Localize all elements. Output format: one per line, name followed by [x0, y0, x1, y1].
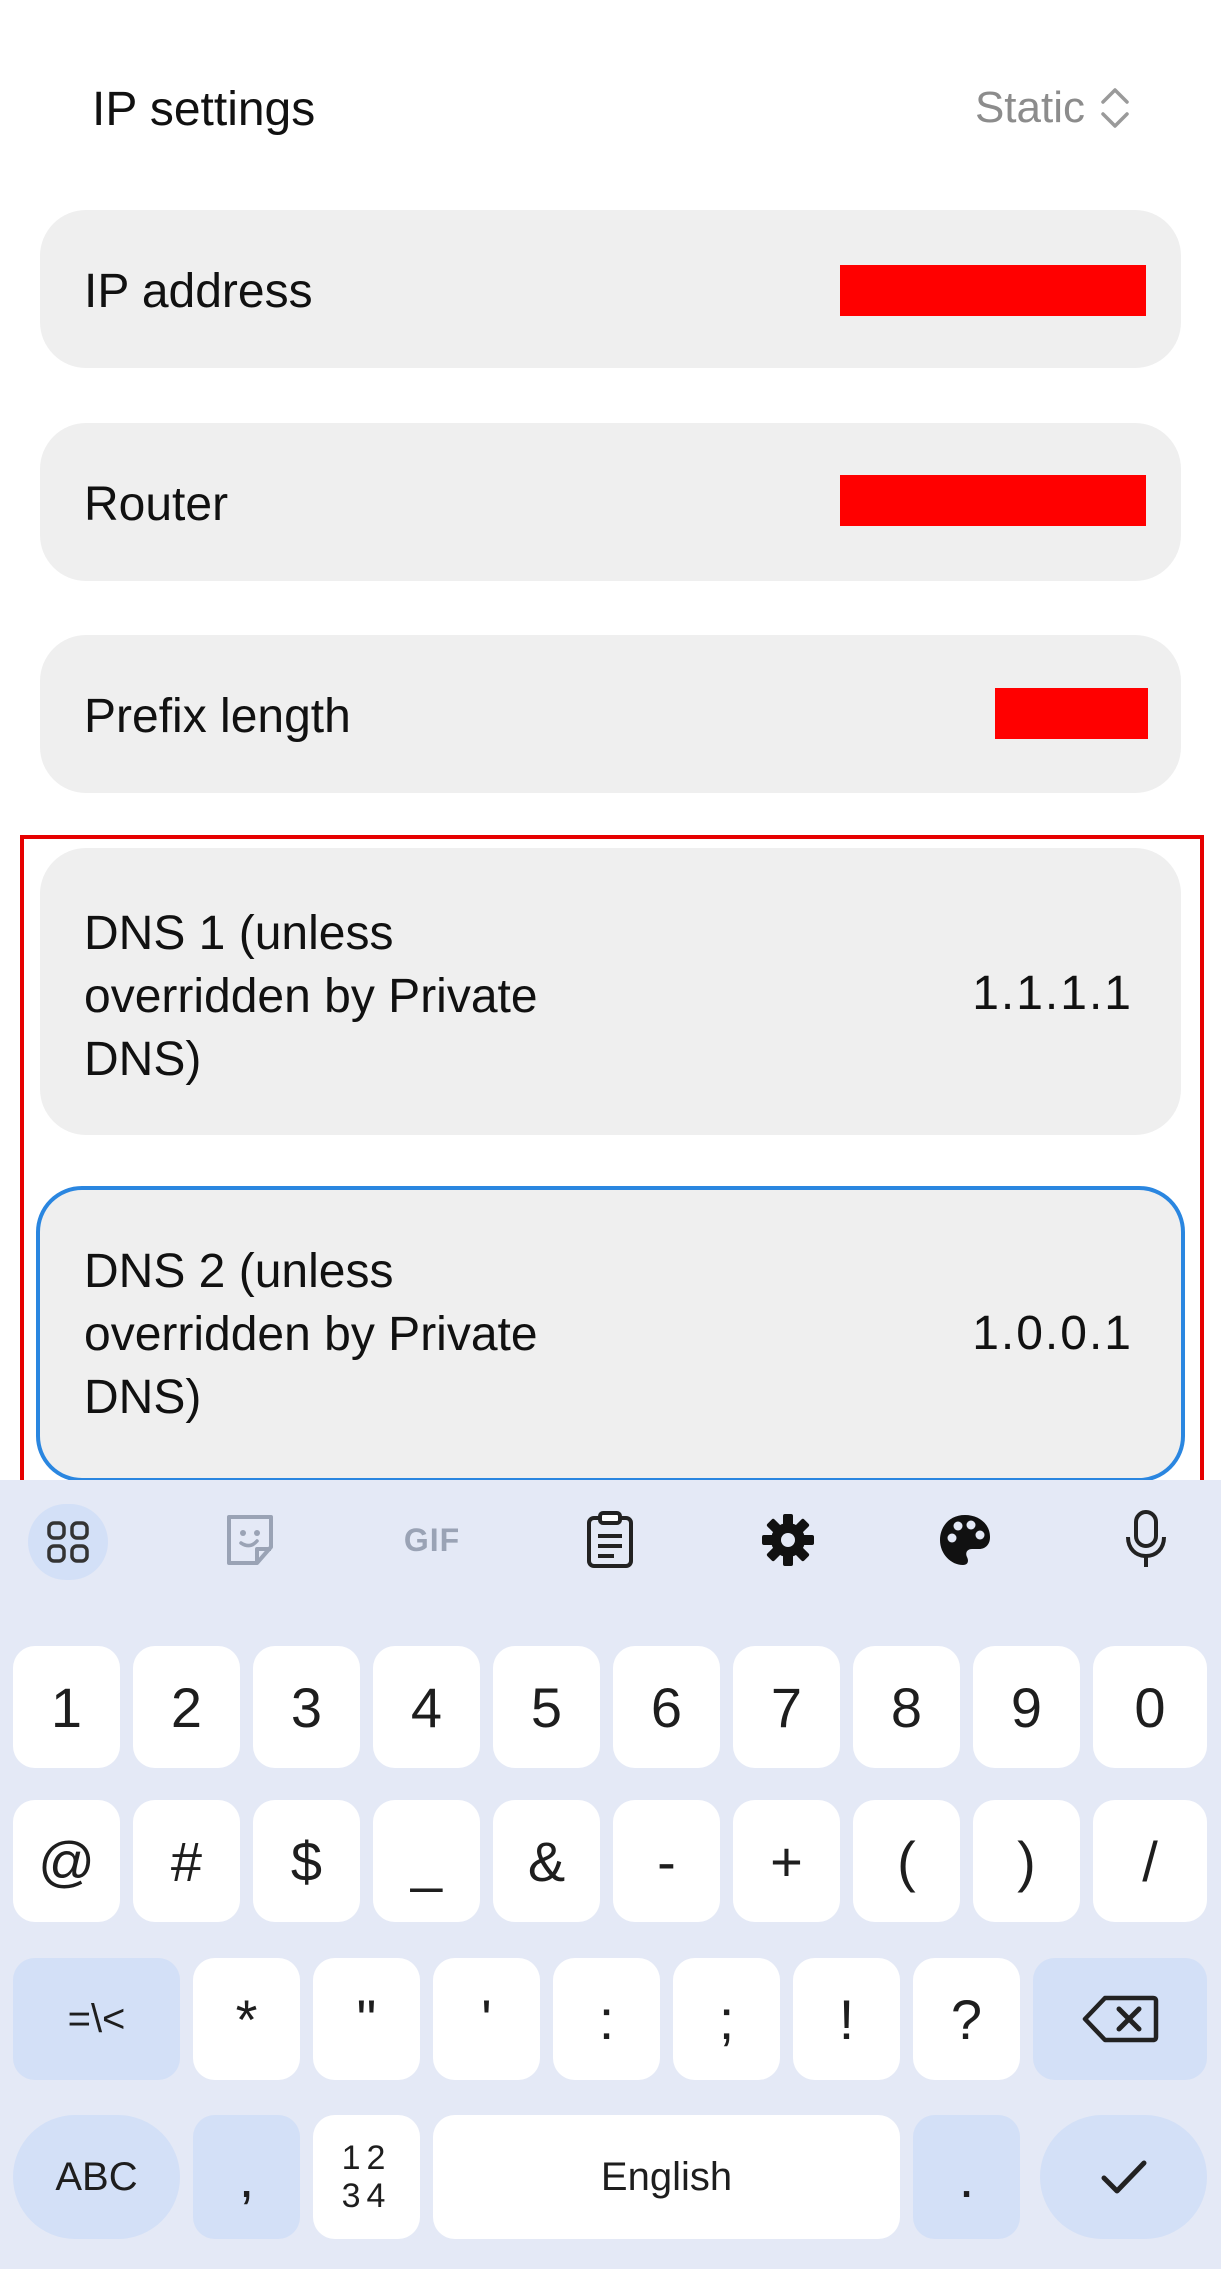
microphone-icon[interactable]: [1116, 1510, 1176, 1570]
key-single-quote[interactable]: ': [433, 1958, 540, 2080]
key-4[interactable]: 4: [373, 1646, 480, 1768]
dns1-label: DNS 1 (unless overridden by Private DNS): [84, 907, 538, 1086]
backspace-icon: [1082, 1995, 1159, 2043]
key-5[interactable]: 5: [493, 1646, 600, 1768]
key-exclamation[interactable]: !: [793, 1958, 900, 2080]
key-0[interactable]: 0: [1093, 1646, 1207, 1768]
sticker-icon[interactable]: [220, 1510, 280, 1570]
apps-grid-icon[interactable]: [28, 1504, 108, 1580]
checkmark-icon: [1101, 2160, 1146, 2194]
chevron-up-down-icon: [1101, 88, 1129, 128]
key-ampersand[interactable]: &: [493, 1800, 600, 1922]
key-period[interactable]: .: [913, 2115, 1020, 2239]
key-dollar[interactable]: $: [253, 1800, 360, 1922]
key-question[interactable]: ?: [913, 1958, 1020, 2080]
numpad-key[interactable]: 12 34: [313, 2115, 420, 2239]
dns2-value: 1.0.0.1: [972, 1307, 1133, 1360]
key-9[interactable]: 9: [973, 1646, 1080, 1768]
done-key[interactable]: [1040, 2115, 1207, 2239]
abc-key[interactable]: ABC: [13, 2115, 180, 2239]
key-double-quote[interactable]: ": [313, 1958, 420, 2080]
key-plus[interactable]: +: [733, 1800, 840, 1922]
ip-address-label: IP address: [84, 265, 313, 318]
key-open-paren[interactable]: (: [853, 1800, 960, 1922]
prefix-length-label: Prefix length: [84, 690, 351, 743]
key-at[interactable]: @: [13, 1800, 120, 1922]
ip-address-field[interactable]: IP address: [40, 210, 1181, 368]
symbols-shift-key[interactable]: =\<: [13, 1958, 180, 2080]
key-7[interactable]: 7: [733, 1646, 840, 1768]
palette-icon[interactable]: [935, 1510, 995, 1570]
key-semicolon[interactable]: ;: [673, 1958, 780, 2080]
router-redacted-value: [840, 475, 1146, 526]
key-asterisk[interactable]: *: [193, 1958, 300, 2080]
key-3[interactable]: 3: [253, 1646, 360, 1768]
ip-mode-value: Static: [974, 83, 1085, 132]
on-screen-keyboard: GIF 1 2 3 4 5 6 7 8 9 0 @ # $ _ & - + (…: [0, 1480, 1221, 2269]
key-comma[interactable]: ,: [193, 2115, 300, 2239]
key-underscore[interactable]: _: [373, 1800, 480, 1922]
key-8[interactable]: 8: [853, 1646, 960, 1768]
gear-icon[interactable]: [758, 1510, 818, 1570]
dns2-label: DNS 2 (unless overridden by Private DNS): [84, 1245, 538, 1424]
key-minus[interactable]: -: [613, 1800, 720, 1922]
router-label: Router: [84, 478, 229, 531]
dns1-field[interactable]: DNS 1 (unless overridden by Private DNS)…: [40, 848, 1181, 1135]
key-6[interactable]: 6: [613, 1646, 720, 1768]
key-colon[interactable]: :: [553, 1958, 660, 2080]
router-field[interactable]: Router: [40, 423, 1181, 581]
key-2[interactable]: 2: [133, 1646, 240, 1768]
key-close-paren[interactable]: ): [973, 1800, 1080, 1922]
keyboard-toolbar: GIF: [0, 1480, 1221, 1590]
prefix-length-field[interactable]: Prefix length: [40, 635, 1181, 793]
key-1[interactable]: 1: [13, 1646, 120, 1768]
dns2-field[interactable]: DNS 2 (unless overridden by Private DNS)…: [36, 1186, 1185, 1482]
space-key[interactable]: English: [433, 2115, 900, 2239]
ip-mode-select[interactable]: Static: [975, 82, 1131, 134]
backspace-key[interactable]: [1033, 1958, 1207, 2080]
dns1-value: 1.1.1.1: [972, 967, 1133, 1020]
clipboard-icon[interactable]: [580, 1510, 640, 1570]
ip-address-redacted-value: [840, 265, 1146, 316]
key-slash[interactable]: /: [1093, 1800, 1207, 1922]
page-title: IP settings: [92, 83, 316, 136]
key-hash[interactable]: #: [133, 1800, 240, 1922]
gif-icon[interactable]: GIF: [392, 1510, 472, 1570]
prefix-length-redacted-value: [995, 688, 1148, 739]
